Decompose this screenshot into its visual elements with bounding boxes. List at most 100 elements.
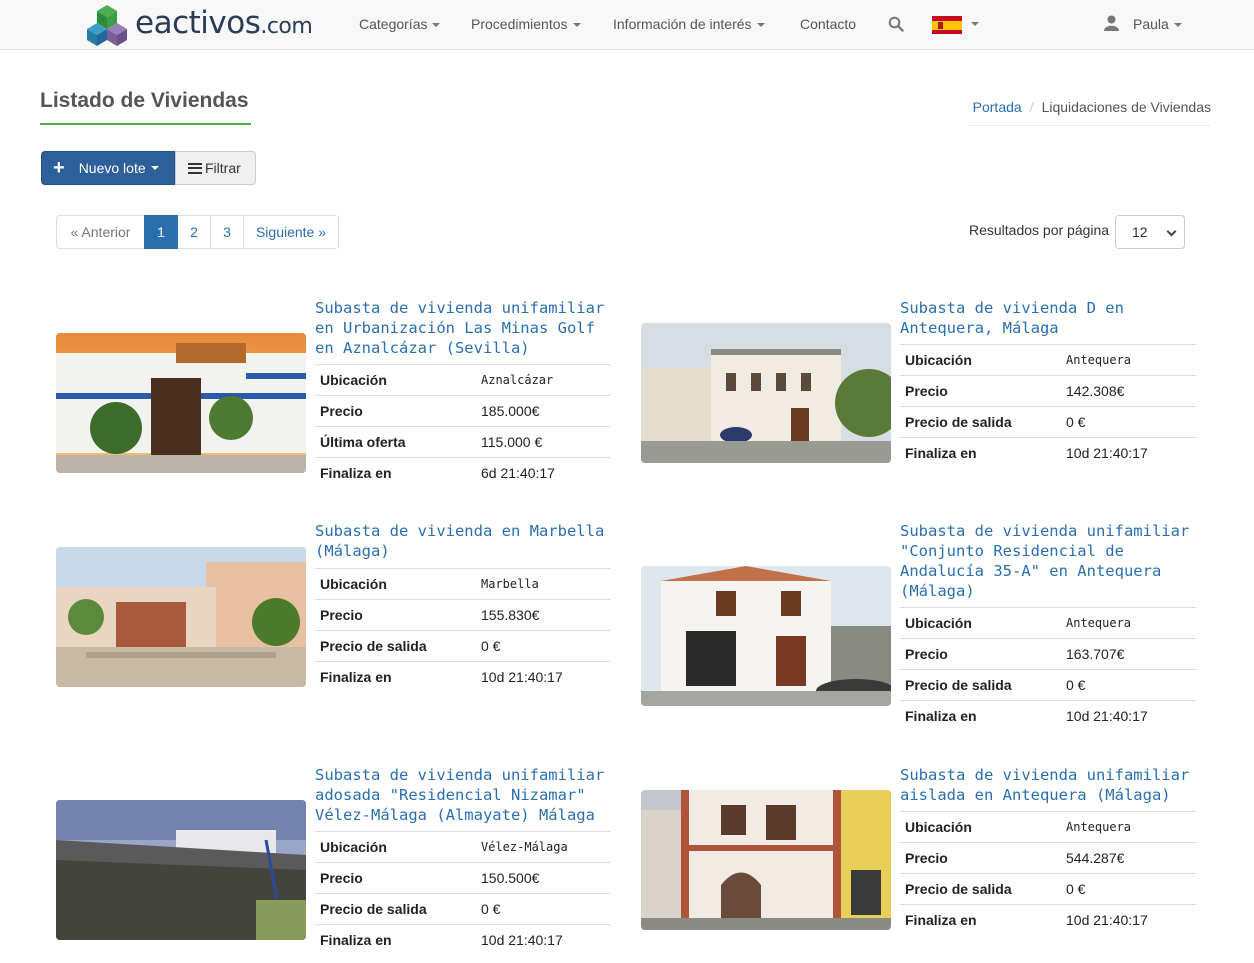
breadcrumb-home-link[interactable]: Portada — [973, 99, 1022, 115]
caret-down-icon — [150, 166, 159, 170]
filter-label: Filtrar — [205, 160, 241, 176]
detail-row: Ubicación Aznalcázar — [315, 364, 611, 396]
listing-title[interactable]: Subasta de vivienda D en Antequera, Mála… — [900, 298, 1200, 338]
listing-image[interactable] — [641, 790, 891, 930]
detail-row: Ubicación Antequera — [900, 607, 1196, 639]
listing-details: Ubicación Antequera Precio 544.287€ Precio… — [900, 811, 1196, 936]
listing-title[interactable]: Subasta de vivienda unifamiliar aislada … — [900, 765, 1200, 805]
user-icon — [1104, 15, 1119, 31]
detail-row: Precio de salida 0 € — [900, 873, 1196, 905]
detail-label: Finaliza en — [900, 437, 1061, 469]
detail-label: Finaliza en — [315, 661, 476, 693]
site-logo[interactable]: eactivos.com — [85, 3, 313, 47]
listing-details: Ubicación Antequera Precio 142.308€ Precio… — [900, 344, 1196, 469]
nav-label: Procedimientos — [471, 16, 568, 32]
detail-row: Precio 544.287€ — [900, 842, 1196, 874]
page-title: Listado de Viviendas — [40, 89, 249, 112]
detail-label: Precio — [900, 375, 1061, 407]
detail-row: Precio 142.308€ — [900, 375, 1196, 407]
detail-label: Precio de salida — [900, 406, 1061, 438]
new-lot-button[interactable]: + Nuevo lote — [41, 151, 175, 185]
nav-contacto[interactable]: Contacto — [800, 16, 856, 32]
detail-value: 163.707€ — [1061, 638, 1196, 670]
detail-row: Precio 155.830€ — [315, 599, 611, 631]
detail-value: 0 € — [1061, 669, 1196, 701]
detail-value: Antequera — [1061, 607, 1196, 639]
results-per-page-label: Resultados por página — [969, 222, 1110, 238]
caret-down-icon — [756, 23, 765, 28]
detail-label: Ubicación — [900, 607, 1061, 639]
nav-label: Categorías — [359, 16, 428, 32]
detail-value: 6d 21:40:17 — [476, 457, 611, 489]
detail-row: Precio 163.707€ — [900, 638, 1196, 670]
listing-title[interactable]: Subasta de vivienda unifamiliar adosada … — [315, 765, 615, 825]
detail-row: Precio 185.000€ — [315, 395, 611, 427]
title-underline — [40, 123, 251, 125]
detail-label: Última oferta — [315, 426, 476, 458]
detail-label: Finaliza en — [900, 904, 1061, 936]
detail-label: Ubicación — [900, 811, 1061, 843]
nav-categorias[interactable]: Categorías — [359, 16, 441, 32]
listing-details: Ubicación Antequera Precio 163.707€ Precio… — [900, 607, 1196, 732]
detail-value: 0 € — [476, 893, 611, 925]
listing-image[interactable] — [641, 323, 891, 463]
search-icon[interactable] — [888, 16, 904, 32]
detail-value: Aznalcázar — [476, 364, 611, 396]
listing-details: Ubicación Aznalcázar Precio 185.000€ Últim… — [315, 364, 611, 489]
detail-value: 115.000 € — [476, 426, 611, 458]
results-per-page-select[interactable]: 12 — [1115, 215, 1185, 249]
filter-button[interactable]: Filtrar — [175, 151, 256, 185]
nav-label: Información de interés — [613, 16, 752, 32]
detail-value: Marbella — [476, 568, 611, 600]
detail-label: Precio — [315, 599, 476, 631]
new-lot-label: Nuevo lote — [78, 160, 146, 176]
breadcrumb-divider — [968, 125, 1211, 126]
detail-row: Precio 150.500€ — [315, 862, 611, 894]
user-menu[interactable]: Paula — [1133, 16, 1182, 32]
listing-title[interactable]: Subasta de vivienda unifamiliar en Urban… — [315, 298, 615, 358]
pagination-page-2[interactable]: 2 — [177, 215, 211, 249]
listing-image[interactable] — [641, 566, 891, 706]
pagination-next[interactable]: Siguiente » — [243, 215, 339, 249]
detail-value: 150.500€ — [476, 862, 611, 894]
caret-down-icon — [432, 23, 441, 28]
listing-image[interactable] — [56, 800, 306, 940]
detail-label: Finaliza en — [315, 924, 476, 956]
spain-flag-icon[interactable] — [932, 16, 962, 34]
detail-value: 544.287€ — [1061, 842, 1196, 874]
listing-image[interactable] — [56, 333, 306, 473]
pagination-page-1[interactable]: 1 — [144, 215, 178, 249]
detail-row: Precio de salida 0 € — [315, 630, 611, 662]
detail-value: 0 € — [1061, 873, 1196, 905]
detail-value: 10d 21:40:17 — [476, 661, 611, 693]
detail-value: 10d 21:40:17 — [476, 924, 611, 956]
plus-icon: + — [53, 157, 65, 179]
detail-value: 142.308€ — [1061, 375, 1196, 407]
nav-procedimientos[interactable]: Procedimientos — [471, 16, 581, 32]
listing-title[interactable]: Subasta de vivienda unifamiliar "Conjunt… — [900, 521, 1200, 601]
detail-row: Ubicación Marbella — [315, 568, 611, 600]
detail-label: Precio de salida — [315, 893, 476, 925]
pagination: « Anterior 1 2 3 Siguiente » — [56, 215, 339, 249]
chevron-down-icon — [1166, 226, 1177, 237]
detail-label: Precio de salida — [315, 630, 476, 662]
language-caret-icon[interactable] — [971, 22, 979, 26]
results-per-page-value: 12 — [1132, 224, 1148, 240]
detail-label: Precio — [900, 842, 1061, 874]
nav-label: Contacto — [800, 16, 857, 32]
pagination-prev[interactable]: « Anterior — [56, 215, 145, 249]
logo-name: eactivos — [135, 5, 261, 41]
nav-informacion[interactable]: Información de interés — [613, 16, 765, 32]
detail-label: Ubicación — [315, 831, 476, 863]
listing-details: Ubicación Vélez-Málaga Precio 150.500€ Pre… — [315, 831, 611, 956]
breadcrumb-current: Liquidaciones de Viviendas — [1041, 99, 1211, 115]
detail-row: Finaliza en 6d 21:40:17 — [315, 457, 611, 489]
listing-image[interactable] — [56, 547, 306, 687]
detail-row: Finaliza en 10d 21:40:17 — [900, 700, 1196, 732]
user-name: Paula — [1133, 16, 1169, 32]
detail-label: Precio — [315, 862, 476, 894]
pagination-page-3[interactable]: 3 — [210, 215, 244, 249]
detail-label: Finaliza en — [900, 700, 1061, 732]
detail-value: 185.000€ — [476, 395, 611, 427]
listing-title[interactable]: Subasta de vivienda en Marbella (Málaga) — [315, 521, 615, 561]
